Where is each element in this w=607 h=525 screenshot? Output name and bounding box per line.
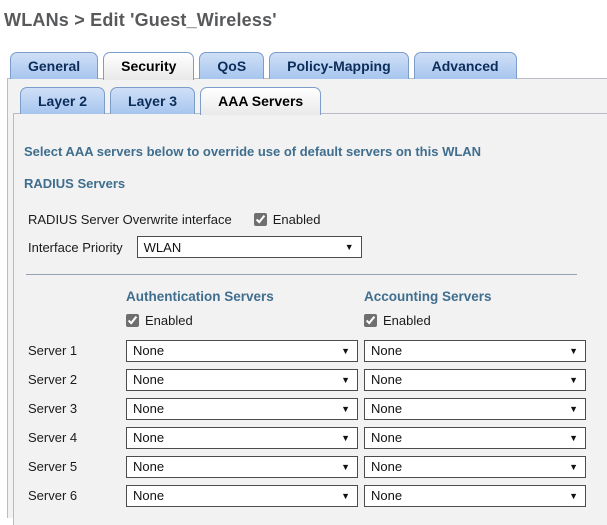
server-4-acct-dropdown[interactable]: None ▼ bbox=[364, 427, 586, 449]
dropdown-arrow-icon: ▼ bbox=[569, 462, 578, 472]
main-tab-bar: General Security QoS Policy-Mapping Adva… bbox=[0, 52, 607, 79]
acct-enabled-cell: Enabled bbox=[364, 313, 431, 328]
server-6-auth-dropdown[interactable]: None ▼ bbox=[126, 485, 358, 507]
dropdown-arrow-icon: ▼ bbox=[569, 375, 578, 385]
server-6-label: Server 6 bbox=[28, 488, 126, 503]
server-2-label: Server 2 bbox=[28, 372, 126, 387]
radius-overwrite-label: RADIUS Server Overwrite interface bbox=[28, 212, 232, 227]
dropdown-arrow-icon: ▼ bbox=[569, 491, 578, 501]
tab-aaa-servers[interactable]: AAA Servers bbox=[200, 87, 321, 115]
server-1-acct-dropdown[interactable]: None ▼ bbox=[364, 340, 586, 362]
tab-layer2[interactable]: Layer 2 bbox=[20, 87, 105, 114]
radius-overwrite-enabled-label: Enabled bbox=[273, 212, 321, 227]
server-5-auth-value: None bbox=[133, 459, 164, 474]
server-6-acct-value: None bbox=[371, 488, 402, 503]
page-title: WLANs > Edit 'Guest_Wireless' bbox=[0, 0, 607, 31]
server-row-6: Server 6 None ▼ None ▼ bbox=[28, 481, 607, 510]
server-3-label: Server 3 bbox=[28, 401, 126, 416]
server-5-auth-dropdown[interactable]: None ▼ bbox=[126, 456, 358, 478]
server-2-auth-dropdown[interactable]: None ▼ bbox=[126, 369, 358, 391]
auth-enabled-checkbox[interactable] bbox=[126, 314, 139, 327]
server-5-acct-dropdown[interactable]: None ▼ bbox=[364, 456, 586, 478]
server-5-acct-value: None bbox=[371, 459, 402, 474]
server-2-acct-dropdown[interactable]: None ▼ bbox=[364, 369, 586, 391]
server-row-2: Server 2 None ▼ None ▼ bbox=[28, 365, 607, 394]
server-1-label: Server 1 bbox=[28, 343, 126, 358]
server-6-auth-value: None bbox=[133, 488, 164, 503]
tab-policy-mapping[interactable]: Policy-Mapping bbox=[269, 52, 408, 79]
sub-tab-bar: Layer 2 Layer 3 AAA Servers bbox=[8, 79, 607, 114]
dropdown-arrow-icon: ▼ bbox=[341, 491, 350, 501]
dropdown-arrow-icon: ▼ bbox=[569, 404, 578, 414]
dropdown-arrow-icon: ▼ bbox=[341, 375, 350, 385]
tab-advanced[interactable]: Advanced bbox=[414, 52, 517, 79]
radius-overwrite-row: RADIUS Server Overwrite interface Enable… bbox=[28, 208, 607, 230]
server-3-auth-dropdown[interactable]: None ▼ bbox=[126, 398, 358, 420]
server-row-4: Server 4 None ▼ None ▼ bbox=[28, 423, 607, 452]
radius-overwrite-checkbox[interactable] bbox=[254, 213, 267, 226]
aaa-servers-panel: Select AAA servers below to override use… bbox=[13, 113, 607, 525]
accounting-servers-header: Accounting Servers bbox=[364, 289, 492, 304]
interface-priority-row: Interface Priority WLAN ▼ bbox=[28, 236, 607, 258]
tab-security[interactable]: Security bbox=[103, 52, 194, 80]
intro-text: Select AAA servers below to override use… bbox=[24, 144, 607, 159]
server-4-auth-value: None bbox=[133, 430, 164, 445]
server-row-5: Server 5 None ▼ None ▼ bbox=[28, 452, 607, 481]
auth-enabled-label: Enabled bbox=[145, 313, 193, 328]
enabled-checkbox-row: Enabled Enabled bbox=[126, 313, 607, 328]
acct-enabled-label: Enabled bbox=[383, 313, 431, 328]
server-4-auth-dropdown[interactable]: None ▼ bbox=[126, 427, 358, 449]
dropdown-arrow-icon: ▼ bbox=[345, 242, 354, 252]
server-1-acct-value: None bbox=[371, 343, 402, 358]
security-tab-panel: Layer 2 Layer 3 AAA Servers Select AAA s… bbox=[7, 78, 607, 518]
server-3-auth-value: None bbox=[133, 401, 164, 416]
server-table: Server 1 None ▼ None ▼ Server 2 None ▼ N… bbox=[24, 336, 607, 510]
server-row-3: Server 3 None ▼ None ▼ bbox=[28, 394, 607, 423]
interface-priority-dropdown[interactable]: WLAN ▼ bbox=[137, 236, 362, 258]
server-3-acct-dropdown[interactable]: None ▼ bbox=[364, 398, 586, 420]
auth-enabled-cell: Enabled bbox=[126, 313, 364, 328]
dropdown-arrow-icon: ▼ bbox=[569, 433, 578, 443]
dropdown-arrow-icon: ▼ bbox=[341, 433, 350, 443]
server-2-auth-value: None bbox=[133, 372, 164, 387]
tab-general[interactable]: General bbox=[10, 52, 98, 79]
dropdown-arrow-icon: ▼ bbox=[341, 462, 350, 472]
server-4-label: Server 4 bbox=[28, 430, 126, 445]
server-column-headers: Authentication Servers Accounting Server… bbox=[126, 289, 607, 304]
server-1-auth-value: None bbox=[133, 343, 164, 358]
server-5-label: Server 5 bbox=[28, 459, 126, 474]
dropdown-arrow-icon: ▼ bbox=[341, 346, 350, 356]
tab-layer3[interactable]: Layer 3 bbox=[110, 87, 195, 114]
section-divider bbox=[26, 274, 577, 275]
server-2-acct-value: None bbox=[371, 372, 402, 387]
dropdown-arrow-icon: ▼ bbox=[341, 404, 350, 414]
interface-priority-value: WLAN bbox=[144, 240, 182, 255]
dropdown-arrow-icon: ▼ bbox=[569, 346, 578, 356]
acct-enabled-checkbox[interactable] bbox=[364, 314, 377, 327]
interface-priority-label: Interface Priority bbox=[28, 240, 123, 255]
server-6-acct-dropdown[interactable]: None ▼ bbox=[364, 485, 586, 507]
server-row-1: Server 1 None ▼ None ▼ bbox=[28, 336, 607, 365]
server-1-auth-dropdown[interactable]: None ▼ bbox=[126, 340, 358, 362]
tab-qos[interactable]: QoS bbox=[199, 52, 264, 79]
server-3-acct-value: None bbox=[371, 401, 402, 416]
server-4-acct-value: None bbox=[371, 430, 402, 445]
radius-servers-heading: RADIUS Servers bbox=[24, 176, 607, 191]
authentication-servers-header: Authentication Servers bbox=[126, 289, 364, 304]
